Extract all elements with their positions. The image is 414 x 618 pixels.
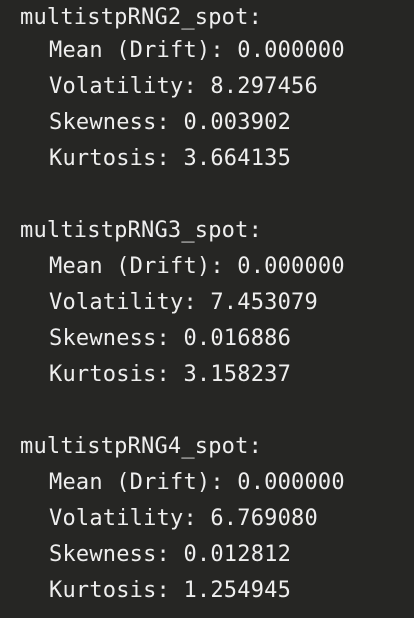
stat-label: Skewness:	[49, 326, 171, 351]
stat-value: 1.254945	[183, 578, 292, 603]
stat-label: Mean (Drift):	[49, 254, 224, 279]
stat-label: Mean (Drift):	[49, 38, 224, 63]
block-header: multistpRNG4_spot:	[20, 434, 263, 459]
stat-value: 0.000000	[237, 254, 345, 279]
stat-label: Skewness:	[49, 110, 171, 135]
stat-line-mean: Mean (Drift): 0.000000	[49, 249, 345, 285]
stat-line-skewness: Skewness: 0.012812	[49, 537, 291, 573]
console-output: multistpRNG2_spot: Mean (Drift): 0.00000…	[0, 0, 414, 618]
stat-value: 8.297456	[210, 74, 318, 99]
stat-label: Volatility:	[49, 74, 197, 99]
stat-value: 6.769080	[210, 506, 318, 531]
stat-line-skewness: Skewness: 0.016886	[49, 321, 291, 357]
stat-label: Kurtosis:	[49, 362, 171, 387]
stat-value: 7.453079	[210, 290, 318, 315]
stat-label: Volatility:	[49, 290, 197, 315]
stat-line-kurtosis: Kurtosis: 3.664135	[49, 141, 291, 177]
stat-value: 0.003902	[183, 110, 292, 135]
stat-value: 0.000000	[237, 38, 345, 63]
stat-value: 3.664135	[183, 146, 292, 171]
stat-line-volatility: Volatility: 7.453079	[49, 285, 318, 321]
stat-line-skewness: Skewness: 0.003902	[49, 105, 291, 141]
stat-value: 0.016886	[183, 326, 292, 351]
stat-value: 3.158237	[183, 362, 292, 387]
block-header: multistpRNG2_spot:	[20, 5, 263, 30]
stat-line-kurtosis: Kurtosis: 3.158237	[49, 357, 291, 393]
stat-label: Kurtosis:	[49, 146, 171, 171]
stat-line-volatility: Volatility: 6.769080	[49, 501, 318, 537]
stat-label: Mean (Drift):	[49, 470, 224, 495]
stat-value: 0.012812	[183, 542, 292, 567]
stat-label: Kurtosis:	[49, 578, 171, 603]
stat-line-kurtosis: Kurtosis: 1.254945	[49, 573, 291, 609]
stat-label: Volatility:	[49, 506, 197, 531]
stat-value: 0.000000	[237, 470, 345, 495]
block-header: multistpRNG3_spot:	[20, 218, 263, 243]
stat-label: Skewness:	[49, 542, 171, 567]
stat-line-mean: Mean (Drift): 0.000000	[49, 33, 345, 69]
stat-line-volatility: Volatility: 8.297456	[49, 69, 318, 105]
stat-line-mean: Mean (Drift): 0.000000	[49, 465, 345, 501]
